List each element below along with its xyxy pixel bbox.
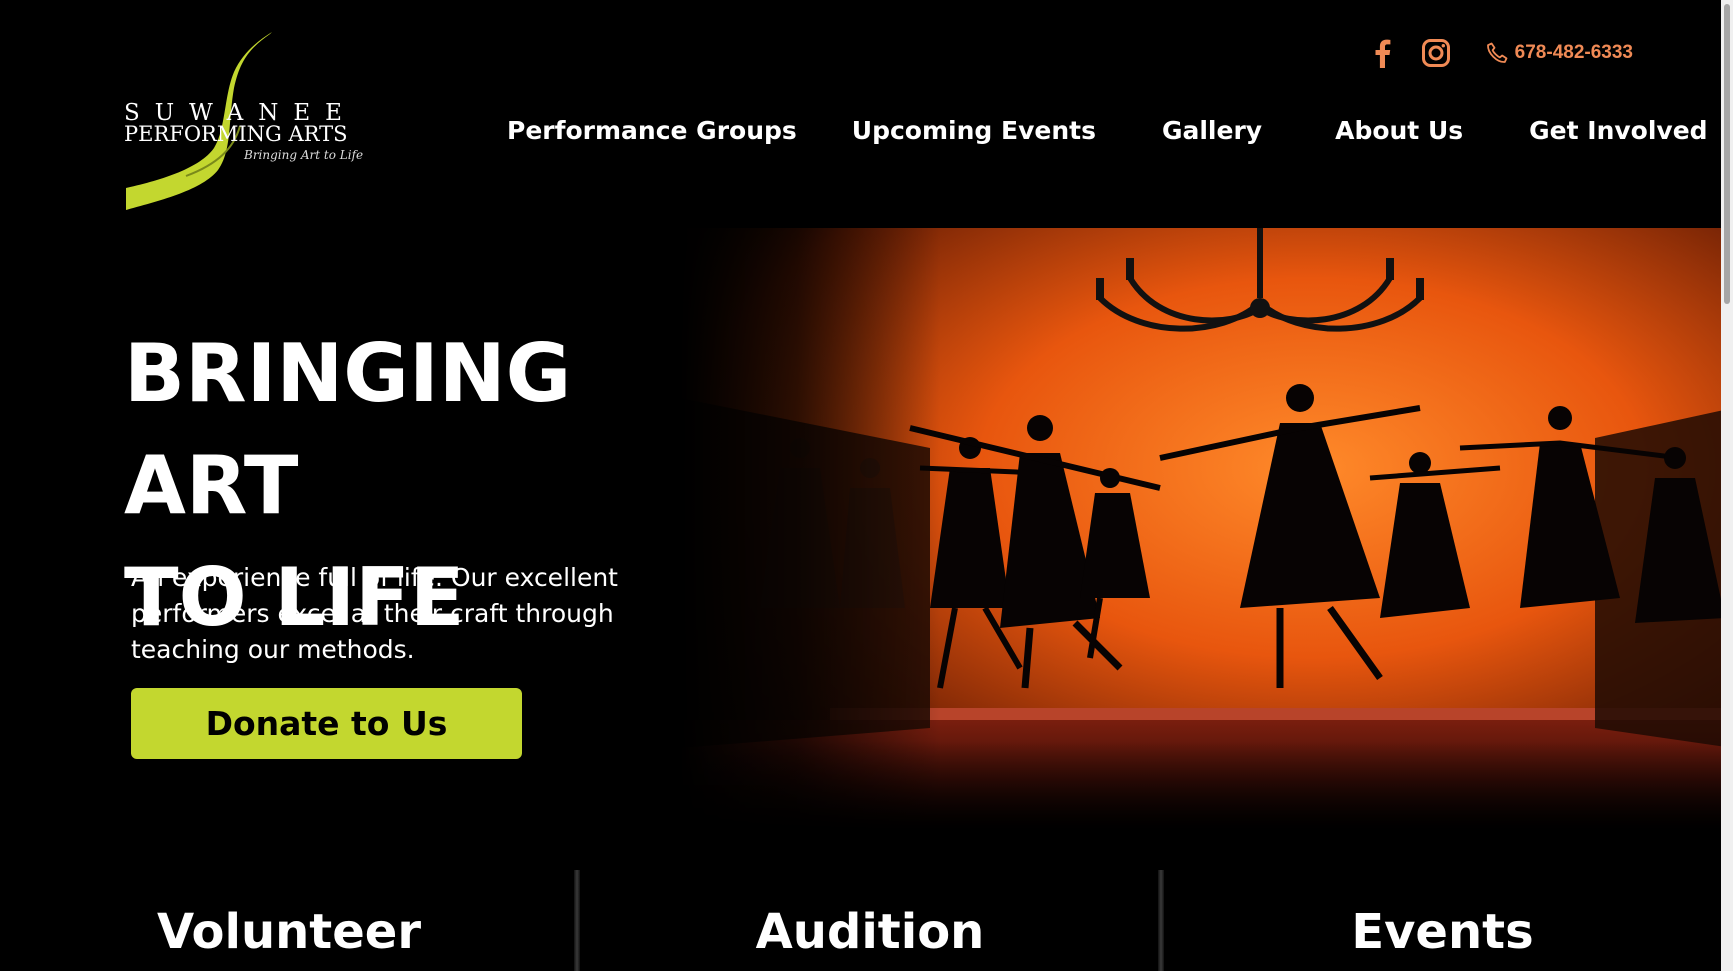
- donate-button[interactable]: Donate to Us: [131, 688, 522, 759]
- card-events[interactable]: Events: [1162, 868, 1723, 971]
- site-logo[interactable]: SUWANEE PERFORMING ARTS Bringing Art to …: [122, 30, 364, 212]
- nav-performance-groups[interactable]: Performance Groups: [507, 116, 797, 145]
- top-contact-bar: 678-482-6333: [1365, 36, 1633, 70]
- page: SUWANEE PERFORMING ARTS Bringing Art to …: [0, 0, 1733, 971]
- instagram-icon[interactable]: [1419, 36, 1453, 70]
- hero-title-line1: BRINGING ART: [124, 327, 572, 532]
- card-title: Volunteer: [156, 904, 422, 960]
- hero-subtitle: An experience full of life. Our excellen…: [131, 563, 618, 664]
- card-audition[interactable]: Audition: [578, 868, 1162, 971]
- page-scrollbar[interactable]: [1721, 0, 1733, 971]
- phone-number: 678-482-6333: [1514, 42, 1633, 63]
- phone-link[interactable]: 678-482-6333: [1485, 41, 1633, 65]
- facebook-icon[interactable]: [1365, 36, 1399, 70]
- scrollbar-thumb[interactable]: [1724, 4, 1730, 304]
- logo-text-performing-arts: PERFORMING ARTS: [124, 122, 348, 146]
- card-title: Audition: [755, 904, 985, 960]
- logo-tagline: Bringing Art to Life: [244, 148, 364, 162]
- nav-get-involved[interactable]: Get Involved: [1529, 116, 1707, 145]
- card-volunteer[interactable]: Volunteer: [0, 868, 578, 971]
- action-cards: Volunteer Audition Events: [0, 868, 1733, 971]
- card-divider: [1158, 870, 1164, 971]
- nav-gallery[interactable]: Gallery: [1162, 116, 1262, 145]
- main-nav: Performance Groups Upcoming Events Galle…: [507, 116, 1708, 145]
- nav-upcoming-events[interactable]: Upcoming Events: [852, 116, 1096, 145]
- card-title: Events: [1351, 904, 1534, 960]
- phone-icon: [1486, 42, 1508, 63]
- card-divider: [574, 870, 580, 971]
- nav-about-us[interactable]: About Us: [1335, 116, 1463, 145]
